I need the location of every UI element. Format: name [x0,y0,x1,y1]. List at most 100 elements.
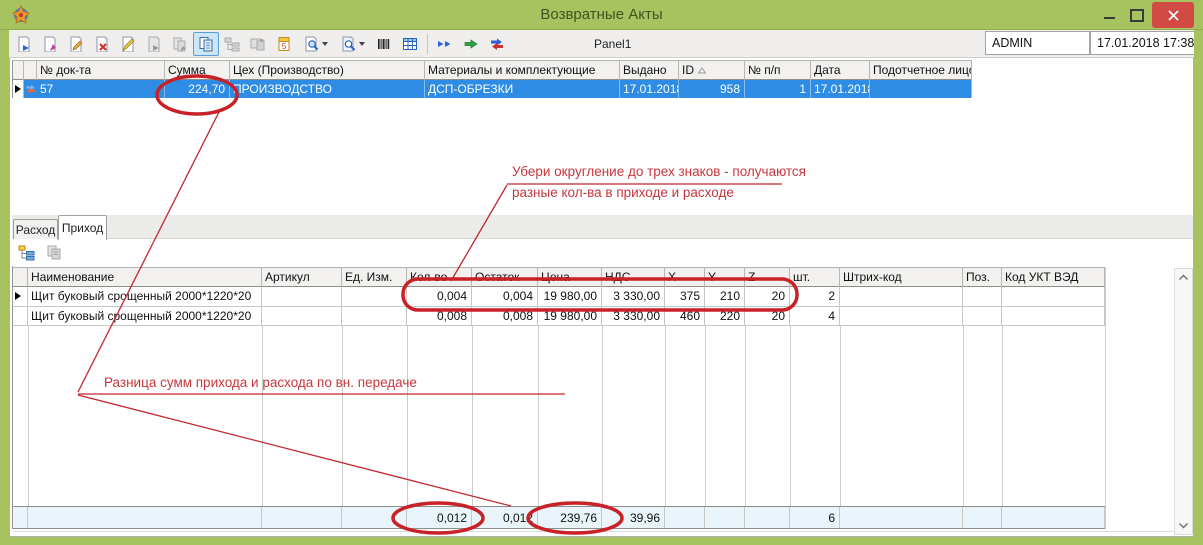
bottom-grid-header-pos[interactable]: Поз. [963,267,1002,287]
grid-column-line [963,326,964,506]
bottom-grid-header-ukt-code[interactable]: Код УКТ ВЭД [1002,267,1105,287]
cell-article[interactable] [262,287,342,306]
cell-qty[interactable]: 0,008 [407,307,472,326]
table-row[interactable]: Щит буковый срощенный 2000*1220*20 0,0080… [13,307,1105,327]
annotation-difference-note: Разница сумм прихода и расхода по вн. пе… [104,372,417,393]
cell-z[interactable]: 20 [745,307,790,326]
bottom-grid-header-article[interactable]: Артикул [262,267,342,287]
cell-pos[interactable] [963,307,1002,326]
top-grid-header-workshop[interactable]: Цех (Производство) [230,60,425,80]
cell-materials[interactable]: ДСП-ОБРЕЗКИ [425,80,620,98]
row-indicator [13,80,24,98]
cell-qty[interactable]: 0,004 [407,287,472,306]
cell-price[interactable]: 19 980,00 [538,287,602,306]
bottom-grid-header-pcs[interactable]: шт. [790,267,840,287]
annotation-rounding-note-line2: разные кол-ва в приходе и расходе [512,182,806,203]
grid-empty-area [13,326,1105,506]
top-grid-header-date[interactable]: Дата [811,60,870,80]
app-window: Возвратные Акты [0,0,1203,545]
top-grid-header-issued[interactable]: Выдано [620,60,679,80]
top-grid-header-icon[interactable] [24,60,37,80]
grid-column-line [840,326,841,506]
row-transfer-icon-cell [24,80,37,98]
annotation-rounding-note: Убери округление до трех знаков - получа… [512,161,806,203]
cell-x[interactable]: 460 [665,307,705,326]
cell-price[interactable]: 19 980,00 [538,307,602,326]
grid-bottom-line [13,531,1173,532]
cell-z[interactable]: 20 [745,287,790,306]
cell-date[interactable]: 17.01.2018 [811,80,870,98]
cell-issued[interactable]: 17.01.2018 [620,80,679,98]
bottom-grid-header-x[interactable]: X [665,267,705,287]
cell-article[interactable] [262,307,342,326]
grids-layer: № док-таСуммаЦех (Производство)Материалы… [0,0,1203,545]
row-indicator-icon [15,85,21,93]
bottom-grid-header-indicator[interactable] [13,267,28,287]
top-grid-header-indicator[interactable] [13,60,24,80]
bottom-grid-header-name[interactable]: Наименование [28,267,262,287]
top-grid-header-accountable[interactable]: Подотчетное лицо [870,60,972,80]
cell-vat[interactable]: 3 330,00 [602,307,665,326]
tab-prihod[interactable]: Приход [58,215,107,240]
cell-ordinal[interactable]: 1 [745,80,811,98]
bottom-grid-header-z[interactable]: Z [745,267,790,287]
cell-x[interactable]: 375 [665,287,705,306]
top-grid-header-id[interactable]: ID [679,60,745,80]
summary-cell-qty: 0,012 [407,507,472,528]
cell-ukt-code[interactable] [1002,307,1105,326]
cell-pcs[interactable]: 2 [790,287,840,306]
bottom-grid-header-barcode[interactable]: Штрих-код [840,267,963,287]
grid-column-line [538,326,539,506]
grid-column-line [472,326,473,506]
summary-cell-pcs: 6 [790,507,840,528]
cell-vat[interactable]: 3 330,00 [602,287,665,306]
cell-unit[interactable] [342,307,407,326]
transfer-row-icon [25,83,37,95]
bottom-grid-header-price[interactable]: Цена [538,267,602,287]
grid-column-line [745,326,746,506]
cell-y[interactable]: 220 [705,307,745,326]
grid-column-line [1105,267,1106,529]
cell-barcode[interactable] [840,287,963,306]
grid-column-line [1002,326,1003,506]
grid-column-line [342,326,343,506]
row-indicator-icon [15,292,21,300]
cell-pcs[interactable]: 4 [790,307,840,326]
bottom-grid-header-unit[interactable]: Ед. Изм. [342,267,407,287]
cell-accountable[interactable] [870,80,972,98]
cell-barcode[interactable] [840,307,963,326]
top-grid-header-sum[interactable]: Сумма [165,60,230,80]
cell-ukt-code[interactable] [1002,287,1105,306]
cell-name[interactable]: Щит буковый срощенный 2000*1220*20 [28,287,262,306]
summary-row: 0,0120,012239,7639,966 [13,506,1105,529]
summary-cell-price: 239,76 [538,507,602,528]
grid-column-line [790,326,791,506]
grid-column-line [262,326,263,506]
grid-column-line [705,326,706,506]
bottom-grid-header-y[interactable]: Y [705,267,745,287]
cell-rest[interactable]: 0,004 [472,287,538,306]
top-grid-header-materials[interactable]: Материалы и комплектующие [425,60,620,80]
top-grid-selected-row[interactable]: 57224,70ПРОИЗВОДСТВОДСП-ОБРЕЗКИ17.01.201… [13,80,972,98]
top-grid-header-ordinal[interactable]: № п/п [745,60,811,80]
cell-sum[interactable]: 224,70 [165,80,230,98]
grid-column-line [28,326,29,506]
bottom-grid-header-qty[interactable]: Кол-во [407,267,472,287]
summary-cell-unit [342,507,407,528]
cell-pos[interactable] [963,287,1002,306]
cell-unit[interactable] [342,287,407,306]
cell-name[interactable]: Щит буковый срощенный 2000*1220*20 [28,307,262,326]
top-grid-header-doc-number[interactable]: № док-та [37,60,165,80]
cell-workshop[interactable]: ПРОИЗВОДСТВО [230,80,425,98]
cell-y[interactable]: 210 [705,287,745,306]
summary-cell-pos [963,507,1002,528]
cell-id[interactable]: 958 [679,80,745,98]
summary-cell-ukt-code [1002,507,1105,528]
summary-cell-indicator [13,507,28,528]
bottom-grid-header-vat[interactable]: НДС [602,267,665,287]
cell-rest[interactable]: 0,008 [472,307,538,326]
grid-column-line [665,326,666,506]
bottom-grid-header-rest[interactable]: Остаток [472,267,538,287]
table-row[interactable]: Щит буковый срощенный 2000*1220*20 0,0040… [13,287,1105,307]
cell-doc-number[interactable]: 57 [37,80,165,98]
